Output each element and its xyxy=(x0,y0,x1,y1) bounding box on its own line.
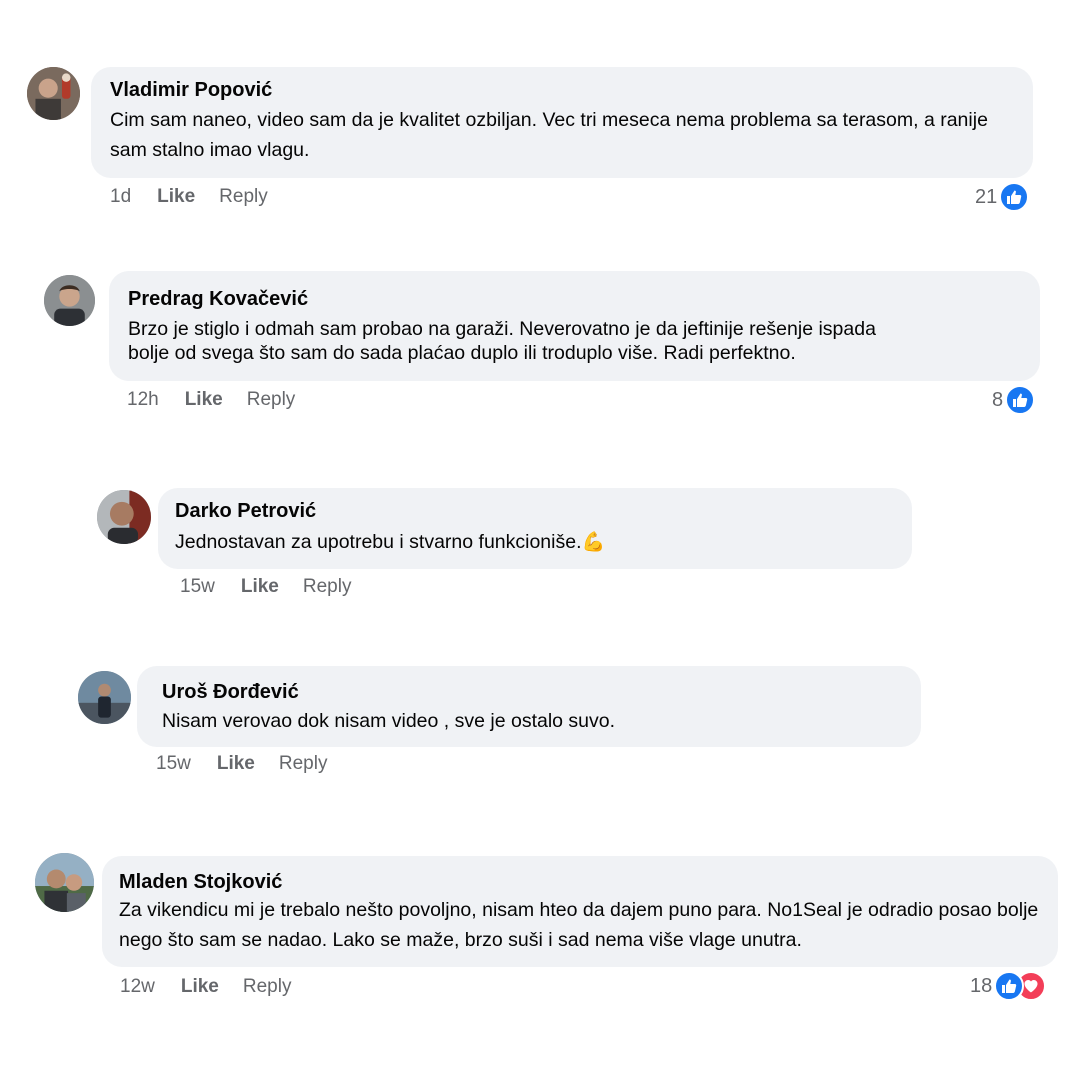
comment-author[interactable]: Vladimir Popović xyxy=(110,79,272,102)
comment-text: Cim sam naneo, video sam da je kvalitet … xyxy=(110,109,988,161)
reply-button[interactable]: Reply xyxy=(243,976,292,998)
reply-button[interactable]: Reply xyxy=(279,753,328,775)
comment-actions: 12w Like Reply xyxy=(120,976,291,998)
like-button[interactable]: Like xyxy=(217,753,255,775)
comment-actions: 15w Like Reply xyxy=(156,753,327,775)
comment-text: Nisam verovao dok nisam video , sve je o… xyxy=(162,710,616,732)
reply-button[interactable]: Reply xyxy=(303,576,352,598)
comment-text-body: Jednostavan za upotrebu i stvarno funkci… xyxy=(175,531,582,553)
like-button[interactable]: Like xyxy=(241,576,279,598)
flexed-biceps-icon: 💪 xyxy=(581,532,606,553)
comment-author[interactable]: Darko Petrović xyxy=(175,500,316,523)
reply-button[interactable]: Reply xyxy=(219,186,268,208)
like-icon xyxy=(1005,385,1036,415)
reaction-summary[interactable]: 8 xyxy=(992,385,1036,415)
reaction-count: 18 xyxy=(970,974,993,997)
comment-actions: 1d Like Reply xyxy=(110,186,268,208)
like-button[interactable]: Like xyxy=(181,976,219,998)
comment-text: Brzo je stiglo i odmah sam probao na gar… xyxy=(128,317,1023,365)
reply-button[interactable]: Reply xyxy=(247,389,296,411)
comment-actions: 12h Like Reply xyxy=(127,389,295,411)
like-button[interactable]: Like xyxy=(157,186,195,208)
comment-author[interactable]: Uroš Đorđević xyxy=(162,681,299,704)
reaction-summary[interactable]: 18 xyxy=(970,971,1047,1001)
comment-actions: 15w Like Reply xyxy=(180,576,351,598)
reaction-count: 21 xyxy=(975,185,998,208)
comment-text: Za vikendicu mi je trebalo nešto povoljn… xyxy=(119,899,1039,951)
avatar[interactable] xyxy=(97,490,151,544)
comment-time[interactable]: 12w xyxy=(120,976,155,998)
comment-text-line: bolje od svega što sam do sada plaćao du… xyxy=(128,342,796,364)
avatar[interactable] xyxy=(35,853,94,912)
comment-author[interactable]: Predrag Kovačević xyxy=(128,288,308,311)
avatar[interactable] xyxy=(44,275,95,326)
avatar[interactable] xyxy=(27,67,80,120)
comment-time[interactable]: 1d xyxy=(110,186,131,208)
comment-time[interactable]: 15w xyxy=(156,753,191,775)
like-icon xyxy=(999,182,1030,212)
comment-time[interactable]: 12h xyxy=(127,389,159,411)
avatar[interactable] xyxy=(78,671,131,724)
comment-text: Jednostavan za upotrebu i stvarno funkci… xyxy=(175,527,895,558)
comment-time[interactable]: 15w xyxy=(180,576,215,598)
reaction-count: 8 xyxy=(992,388,1004,411)
comment-text-line: Brzo je stiglo i odmah sam probao na gar… xyxy=(128,318,876,340)
comment-author[interactable]: Mladen Stojković xyxy=(119,871,282,894)
reaction-summary[interactable]: 21 xyxy=(975,182,1030,212)
like-button[interactable]: Like xyxy=(185,389,223,411)
